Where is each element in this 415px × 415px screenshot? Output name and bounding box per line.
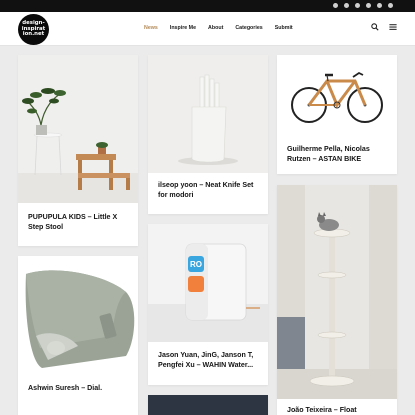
pinterest-icon[interactable] [366, 3, 371, 8]
post-title[interactable]: Guilherme Pella, Nicolas Rutzen – ASTAN … [287, 144, 389, 164]
nav-item-about[interactable]: About [208, 25, 223, 31]
post-title[interactable]: Jason Yuan, JinG, Janson T, Pengfei Xu –… [158, 350, 260, 370]
post-image[interactable] [277, 185, 397, 399]
rss-icon[interactable] [388, 3, 393, 8]
post-title[interactable]: João Teixeira – Float [287, 405, 389, 415]
post-image[interactable] [148, 55, 268, 173]
site-header: design-inspiration.net News Inspire Me A… [0, 12, 415, 46]
post-image[interactable] [148, 395, 268, 415]
post-image[interactable] [277, 55, 397, 137]
logo-text: design-inspiration.net [21, 20, 46, 38]
nav-item-submit[interactable]: Submit [275, 25, 293, 31]
instagram-icon[interactable] [333, 3, 338, 8]
device-badge-text: RO [190, 260, 202, 269]
post-image[interactable] [18, 256, 138, 368]
main-nav: News Inspire Me About Categories Submit [144, 25, 293, 31]
post-image[interactable] [18, 55, 138, 203]
post-card-partial[interactable] [148, 395, 268, 415]
site-logo[interactable]: design-inspiration.net [18, 14, 49, 45]
header-icons [371, 23, 397, 31]
post-title[interactable]: Ashwin Suresh – Dial. [28, 383, 130, 393]
facebook-icon[interactable] [355, 3, 360, 8]
post-card[interactable]: Ashwin Suresh – Dial. [18, 256, 138, 415]
top-bar [0, 0, 415, 12]
nav-item-categories[interactable]: Categories [235, 25, 262, 31]
post-card[interactable]: João Teixeira – Float [277, 185, 397, 415]
nav-item-inspire-me[interactable]: Inspire Me [170, 25, 196, 31]
social-links [333, 3, 393, 8]
nav-item-news[interactable]: News [144, 25, 158, 31]
post-title[interactable]: ilseop yoon – Neat Knife Set for modori [158, 180, 260, 200]
post-image[interactable]: RO [148, 224, 268, 342]
menu-icon[interactable] [389, 23, 397, 31]
post-title[interactable]: PUPUPULA KIDS – Little X Step Stool [28, 212, 130, 232]
behance-icon[interactable] [377, 3, 382, 8]
post-card[interactable]: PUPUPULA KIDS – Little X Step Stool [18, 55, 138, 246]
post-card[interactable]: ilseop yoon – Neat Knife Set for modori [148, 55, 268, 214]
search-icon[interactable] [371, 23, 379, 31]
post-card[interactable]: RO Jason Yuan, JinG, Janson T, Pengfei X… [148, 224, 268, 385]
twitter-icon[interactable] [344, 3, 349, 8]
post-card[interactable]: Guilherme Pella, Nicolas Rutzen – ASTAN … [277, 55, 397, 174]
